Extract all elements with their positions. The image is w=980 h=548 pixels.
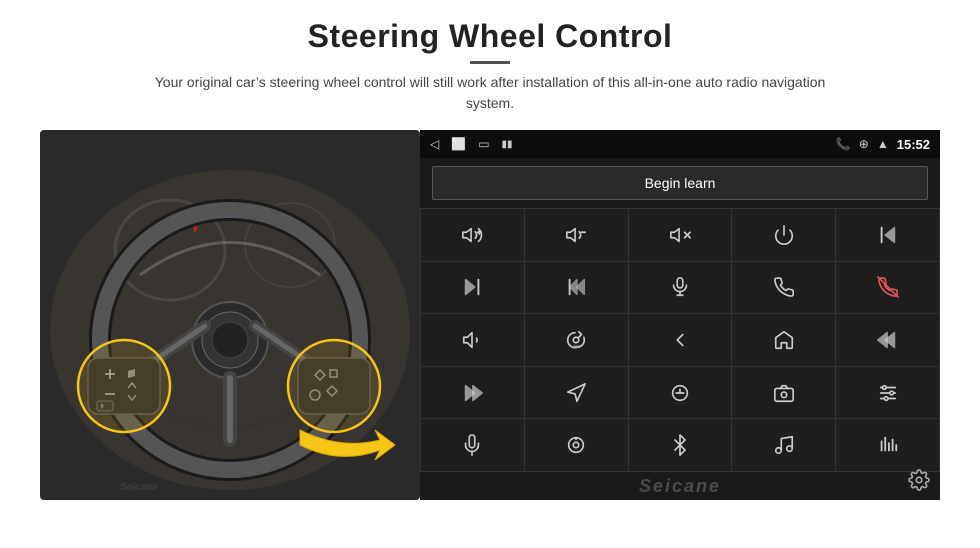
skip-back-button[interactable]	[836, 314, 939, 366]
status-bar: ◁ ⬜ ▭ ▮▮ 📞 ⊕ ▲ 15:52	[420, 130, 940, 158]
knob-button[interactable]	[525, 419, 628, 471]
fast-forward-button[interactable]	[525, 262, 628, 314]
eq-bars-button[interactable]	[836, 419, 939, 471]
next-track-button[interactable]	[421, 262, 524, 314]
content-row: Seicane ◁ ⬜ ▭ ▮▮ 📞 ⊕ ▲ 15:52	[40, 130, 940, 500]
subtitle: Your original car’s steering wheel contr…	[150, 72, 830, 114]
location-icon: ⊕	[859, 137, 869, 151]
phone-status-icon: 📞	[836, 137, 851, 151]
bluetooth-button[interactable]	[629, 419, 732, 471]
status-time: 15:52	[897, 137, 930, 152]
watermark-text: Seicane	[639, 476, 721, 497]
title-divider	[470, 61, 510, 64]
begin-learn-row: Begin learn	[420, 158, 940, 208]
battery-signal-icon: ▮▮	[502, 139, 513, 150]
icon-grid: 360°	[420, 208, 940, 472]
eq-settings-button[interactable]	[836, 367, 939, 419]
gear-icon[interactable]	[908, 469, 930, 496]
android-panel: ◁ ⬜ ▭ ▮▮ 📞 ⊕ ▲ 15:52 Begin learn	[420, 130, 940, 500]
power-button[interactable]	[732, 209, 835, 261]
wifi-icon: ▲	[877, 137, 889, 151]
360-cam-button[interactable]: 360°	[525, 314, 628, 366]
recent-apps-icon[interactable]: ▭	[478, 137, 489, 151]
watermark-bar: Seicane	[420, 472, 940, 500]
navigation-button[interactable]	[525, 367, 628, 419]
back-nav-button[interactable]	[629, 314, 732, 366]
mic-button[interactable]	[629, 262, 732, 314]
status-right: 📞 ⊕ ▲ 15:52	[836, 137, 930, 152]
title-section: Steering Wheel Control Your original car…	[150, 18, 830, 114]
home-circle-icon[interactable]: ⬜	[451, 137, 466, 151]
begin-learn-button[interactable]: Begin learn	[432, 166, 928, 200]
camera-button[interactable]	[732, 367, 835, 419]
page-title: Steering Wheel Control	[150, 18, 830, 55]
vol-down-button[interactable]	[525, 209, 628, 261]
music-button[interactable]	[732, 419, 835, 471]
vol-mute-button[interactable]	[629, 209, 732, 261]
steering-wheel-panel: Seicane	[40, 130, 420, 500]
vol-up-button[interactable]	[421, 209, 524, 261]
phone-hangup-button[interactable]	[836, 262, 939, 314]
svg-text:360°: 360°	[573, 344, 581, 348]
back-arrow-icon[interactable]: ◁	[430, 137, 439, 151]
steering-wheel-svg: Seicane	[40, 130, 420, 500]
phone-answer-button[interactable]	[732, 262, 835, 314]
status-left: ◁ ⬜ ▭ ▮▮	[430, 137, 513, 151]
prev-track-button[interactable]	[836, 209, 939, 261]
page-container: Steering Wheel Control Your original car…	[0, 0, 980, 548]
svg-text:Seicane: Seicane	[120, 482, 158, 493]
horn-button[interactable]	[421, 314, 524, 366]
skip-fwd-button[interactable]	[421, 367, 524, 419]
home-nav-button[interactable]	[732, 314, 835, 366]
eject-button[interactable]	[629, 367, 732, 419]
voice-button[interactable]	[421, 419, 524, 471]
